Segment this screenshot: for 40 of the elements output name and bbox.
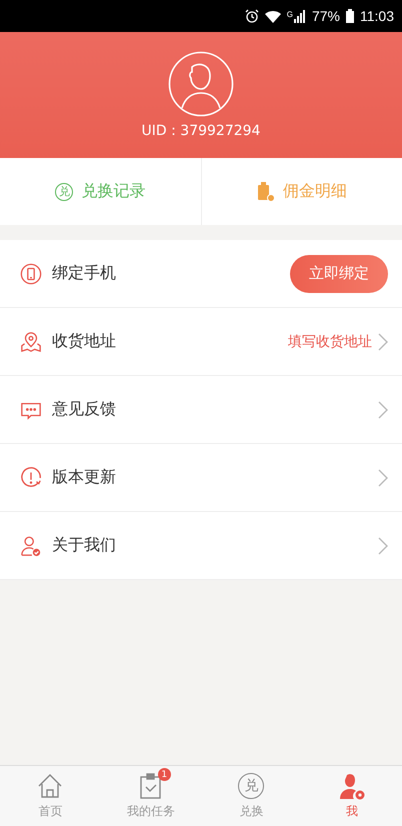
- exchange-icon: 兑: [238, 773, 264, 799]
- chevron-right-icon: [378, 332, 388, 350]
- user-gear-icon: [338, 772, 366, 800]
- tab[interactable]: 我: [302, 766, 402, 826]
- chevron-right-icon: [378, 536, 388, 554]
- tab[interactable]: 兑 兑换: [201, 766, 302, 826]
- menu-label: 关于我们: [52, 535, 117, 556]
- alarm-icon: [244, 9, 259, 23]
- wifi-icon: [264, 10, 281, 22]
- menu-row[interactable]: 收货地址 填写收货地址: [0, 308, 402, 376]
- count-badge: 1: [158, 768, 171, 781]
- tab[interactable]: 首页: [0, 766, 100, 826]
- map-pin-icon: [20, 330, 42, 352]
- tab[interactable]: 1 我的任务: [100, 766, 201, 826]
- menu-label: 版本更新: [52, 467, 117, 488]
- signal-icon: [294, 10, 306, 22]
- user-check-icon: [20, 534, 42, 556]
- menu-label: 意见反馈: [52, 399, 117, 420]
- bind-now-button[interactable]: 立即绑定: [290, 254, 388, 292]
- menu-label: 绑定手机: [52, 263, 117, 284]
- chevron-right-icon: [378, 400, 388, 418]
- menu-row[interactable]: 关于我们: [0, 512, 402, 580]
- phone-icon: [20, 262, 42, 284]
- chevron-right-icon: [378, 468, 388, 486]
- exchange-icon: 兑: [55, 182, 74, 200]
- menu-row[interactable]: 绑定手机 立即绑定: [0, 240, 402, 308]
- avatar-icon[interactable]: [168, 51, 234, 117]
- menu-row[interactable]: 意见反馈: [0, 376, 402, 444]
- battery-icon: [346, 9, 354, 23]
- network-type: G: [286, 10, 293, 18]
- exchange-record-link[interactable]: 兑 兑换记录: [0, 158, 200, 225]
- commission-detail-link[interactable]: 佣金明细: [200, 158, 402, 225]
- battery-level: 77%: [312, 8, 340, 24]
- receipt-coin-icon: [256, 182, 275, 202]
- menu-label: 收货地址: [52, 331, 117, 352]
- user-id: UID : 379927294: [142, 123, 260, 139]
- clock: 11:03: [360, 8, 394, 24]
- menu-value: 填写收货地址: [288, 332, 372, 350]
- alert-icon: [20, 466, 42, 488]
- menu-row[interactable]: 版本更新: [0, 444, 402, 512]
